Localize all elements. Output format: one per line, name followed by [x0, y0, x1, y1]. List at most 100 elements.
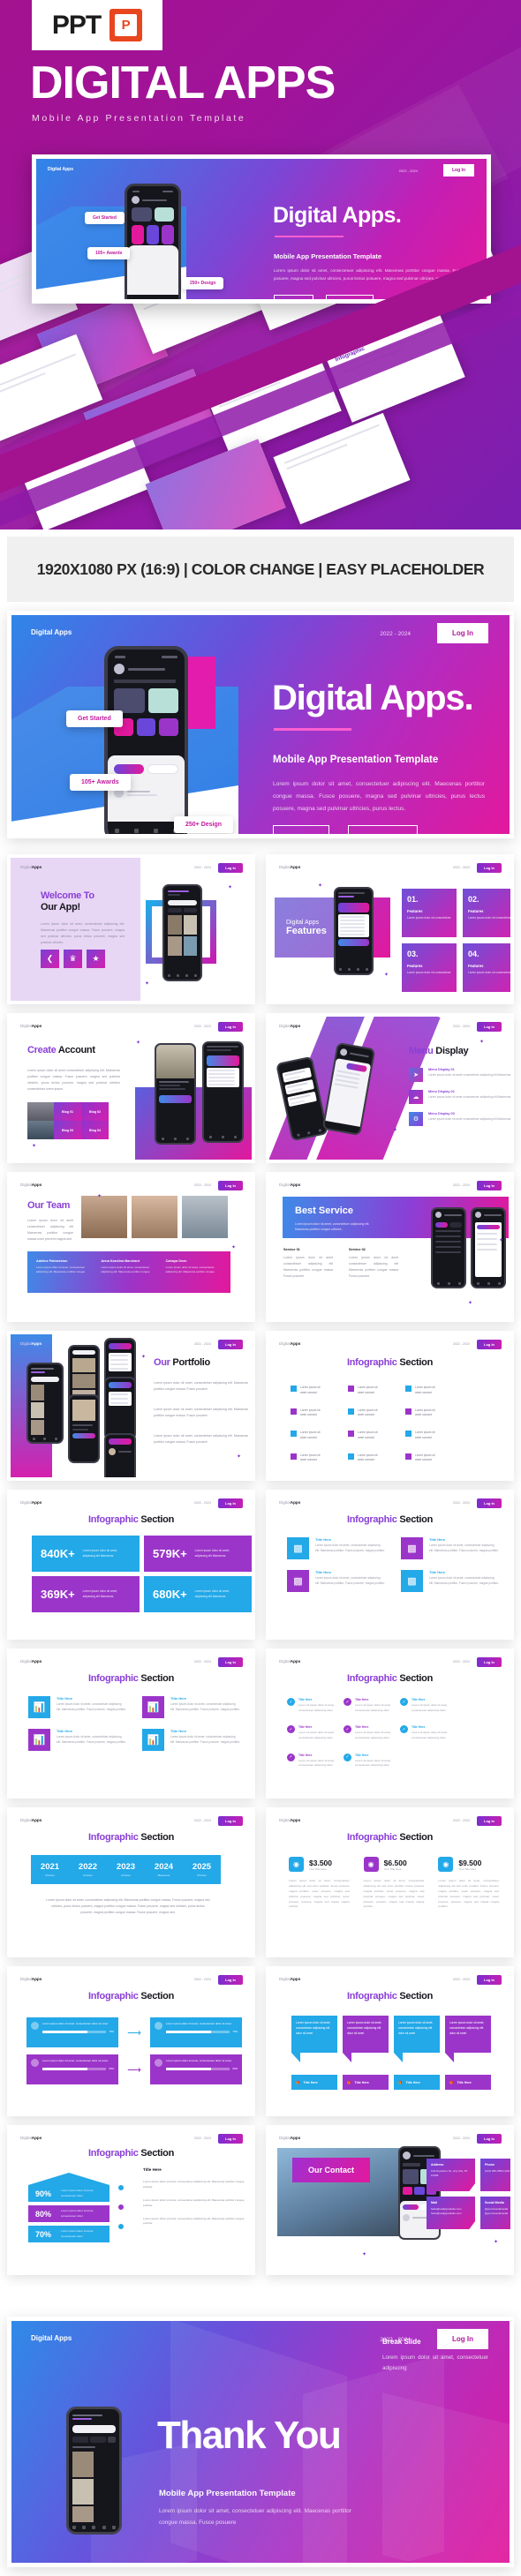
login-button[interactable]: Log In	[477, 1022, 502, 1032]
square-icon	[348, 1386, 354, 1392]
list-item: Lorem ipsum sit amet consect	[405, 1453, 447, 1464]
bubble-body: Lorem ipsum dolor sit amet, consectetuer…	[343, 2016, 389, 2053]
slide-infographic-chart-cards[interactable]: DigitalApps 2022 - 2024 Log In Infograph…	[7, 1648, 255, 1799]
next-slide-button[interactable]: Next Slide	[348, 825, 418, 834]
price-desc: Lorem ipsum dolor sit amet, consectetuer…	[438, 1879, 500, 1909]
login-button[interactable]: Log In	[218, 1816, 243, 1826]
login-button[interactable]: Log In	[477, 1498, 502, 1508]
slide-year: 2022 - 2024	[193, 1660, 211, 1664]
slide-title-2: Section	[399, 1514, 433, 1525]
gift-icon: 🎁	[296, 2080, 300, 2084]
price-value: $9.500	[458, 1858, 482, 1867]
check-item: ✓ Title Here Lorem sit ipsum dolor sit a…	[344, 1725, 395, 1740]
slide-infographic-dots[interactable]: DigitalApps 2022 - 2024 Log In Infograph…	[266, 1331, 514, 1481]
powerpoint-icon-glyph: P	[115, 14, 138, 36]
slide-menu-display[interactable]: DigitalApps 2022 - 2024 Log In Menu Disp…	[266, 1013, 514, 1163]
team-photo	[182, 1196, 228, 1238]
slide-stats[interactable]: DigitalApps 2022 - 2024 Log In Infograph…	[7, 1490, 255, 1640]
login-button[interactable]: Log In	[218, 1022, 243, 1032]
sparkle-icon: ✦	[136, 1040, 141, 1046]
phone-mockup	[202, 1041, 244, 1143]
check-item: ✓ Title Here Lorem sit ipsum dolor sit a…	[400, 1725, 451, 1740]
slide-title-2: Section	[140, 2148, 174, 2159]
year-value: 2025	[192, 1862, 212, 1872]
login-button[interactable]: Log In	[218, 2134, 243, 2144]
slide-pricing[interactable]: DigitalApps 2022 - 2024 Log In Infograph…	[266, 1807, 514, 1957]
percent-side-item: Lorem ipsum dolor sit amet, consectetuer…	[143, 2180, 245, 2189]
slide-infographic-cards[interactable]: DigitalApps 2022 - 2024 Log In Infograph…	[266, 1490, 514, 1640]
login-button[interactable]: Log In	[218, 1498, 243, 1508]
slide-our-team[interactable]: DigitalApps 2022 - 2024 Log In Our Team …	[7, 1172, 255, 1322]
slide-features[interactable]: DigitalApps 2022 - 2024 Log In Digital A…	[266, 854, 514, 1004]
check-desc: Lorem sit ipsum dolor sit amet, consecte…	[298, 1758, 335, 1768]
percent-value: 80%	[35, 2209, 52, 2219]
sparkle-icon: ✦	[499, 1238, 504, 1243]
trophy-icon[interactable]: ♛	[64, 950, 82, 968]
login-button[interactable]: Log In	[437, 623, 488, 643]
slide-subtitle: Mobile App Presentation Template	[273, 755, 439, 765]
slide-year: 2022 - 2024	[193, 1819, 211, 1822]
blog-button[interactable]: Blog 01	[54, 1102, 81, 1121]
login-button[interactable]: Log In	[477, 863, 502, 873]
slide-infographic-progress[interactable]: DigitalApps 2022 - 2024 Log In Infograph…	[7, 1966, 255, 2116]
info-card-desc: Lorem ipsum dolor sit amet, consectetuer…	[315, 1543, 385, 1552]
slide-infographic-checks[interactable]: DigitalApps 2022 - 2024 Log In Infograph…	[266, 1648, 514, 1799]
login-button[interactable]: Log In	[218, 1181, 243, 1190]
info-card: 📊 Title Here Lorem ipsum dolor sit amet,…	[142, 1729, 240, 1751]
bubble-card: Lorem ipsum dolor sit amet, consectetuer…	[343, 2016, 389, 2090]
percent-side-item: Lorem ipsum dolor sit amet, consectetuer…	[143, 2216, 245, 2226]
price-sub: Your Title Here	[309, 1866, 327, 1871]
slide-thank-you[interactable]: Digital Apps 2022 - 2024 Log In Thank Yo…	[7, 2317, 514, 2567]
slide-timeline[interactable]: DigitalApps 2022 - 2024 Log In Infograph…	[7, 1807, 255, 1957]
square-icon	[291, 1453, 297, 1460]
price-sub: Your Title Here	[383, 1866, 402, 1871]
timeline-year: 2021 Ultricies	[41, 1862, 59, 1877]
year-value: 2023	[116, 1862, 136, 1872]
login-button[interactable]: Log In	[477, 1340, 502, 1349]
login-button[interactable]: Log In	[477, 2134, 502, 2144]
login-button[interactable]: Log In	[218, 1657, 243, 1667]
slide-infographic-bubbles[interactable]: DigitalApps 2022 - 2024 Log In Infograph…	[266, 1966, 514, 2116]
login-button[interactable]: Log In	[218, 1975, 243, 1985]
timeline-year: 2024 Maecenas	[155, 1862, 173, 1877]
slide-year: 2022 - 2024	[452, 1183, 470, 1187]
slide-brand: DigitalApps	[279, 1659, 301, 1664]
blog-button[interactable]: Blog 02	[81, 1102, 109, 1121]
star-icon[interactable]: ★	[87, 950, 105, 968]
slide-best-service[interactable]: DigitalApps 2022 - 2024 Log In Best Serv…	[266, 1172, 514, 1322]
login-button[interactable]: Log In	[477, 1181, 502, 1190]
stat-box: 680K+ Lorem ipsum dolor sit amet, adipisc…	[144, 1576, 252, 1612]
share-icon[interactable]: ❮	[41, 950, 59, 968]
slide-portfolio[interactable]: DigitalApps 2022 - 2024 Log In Our Portf…	[7, 1331, 255, 1481]
percent-row: 70% Lorem ipsum dolor sit amet, consectet…	[28, 2226, 109, 2242]
login-button[interactable]: Log In	[477, 1975, 502, 1985]
next-slide-button[interactable]: Next Slide	[325, 295, 374, 299]
blog-button[interactable]: Blog 03	[54, 1121, 81, 1139]
login-button[interactable]: Log In	[443, 164, 474, 176]
login-button[interactable]: Log In	[273, 825, 329, 834]
slide-year: 2022 - 2024	[452, 1819, 470, 1822]
sparkle-icon: ✦	[468, 1301, 473, 1306]
login-button[interactable]: Log In	[477, 1657, 502, 1667]
login-button[interactable]: Log In	[218, 863, 243, 873]
check-item: ✓ Title Here Lorem sit ipsum dolor sit a…	[287, 1725, 338, 1740]
login-button[interactable]: Log In	[218, 1340, 243, 1349]
slide-brand: Digital Apps	[48, 167, 73, 172]
info-card: 📊 Title Here Lorem ipsum dolor sit amet,…	[142, 1696, 240, 1718]
slide-title-2: Account	[57, 1045, 95, 1055]
login-button[interactable]: Log In	[437, 2329, 488, 2349]
slide-create-account[interactable]: DigitalApps 2022 - 2024 Log In Create Ac…	[7, 1013, 255, 1163]
blog-button[interactable]: Blog 04	[81, 1121, 109, 1139]
slide-grid: DigitalApps 2022 - 2024 Log In Welcome T…	[7, 854, 514, 2284]
bubble-card: Lorem ipsum dolor sit amet, consectetuer…	[394, 2016, 440, 2090]
check-icon: ✓	[400, 1698, 408, 1706]
slide-contact[interactable]: DigitalApps 2022 - 2024 Log In Our Conta…	[266, 2125, 514, 2275]
slide-welcome[interactable]: DigitalApps 2022 - 2024 Log In Welcome T…	[7, 854, 255, 1004]
slide-infographic-percent[interactable]: DigitalApps 2022 - 2024 Log In Infograph…	[7, 2125, 255, 2275]
slide-row: DigitalApps 2022 - 2024 Log In Welcome T…	[7, 854, 514, 1004]
login-button[interactable]: Log In	[477, 1816, 502, 1826]
login-button[interactable]: Log In	[274, 295, 313, 299]
square-icon	[405, 1431, 412, 1438]
slide-row: DigitalApps 2022 - 2024 Log In Our Portf…	[7, 1331, 514, 1481]
percent-desc: Lorem ipsum dolor sit amet, consectetuer…	[61, 2229, 94, 2238]
